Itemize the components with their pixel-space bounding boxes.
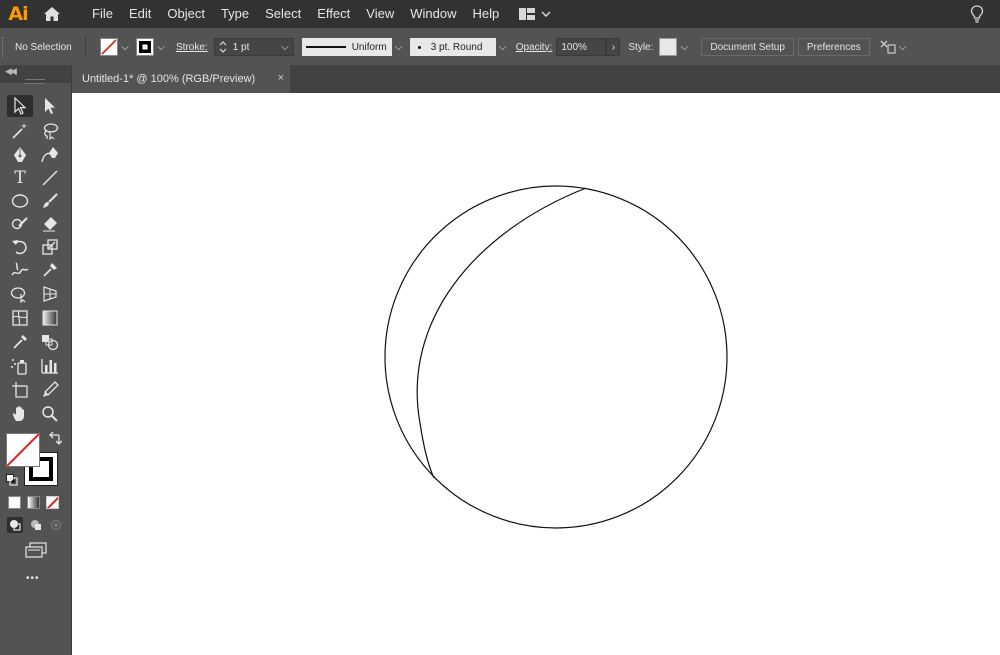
opacity-arrow-icon[interactable]: › bbox=[606, 38, 621, 56]
brush-label: 3 pt. Round bbox=[430, 41, 483, 53]
menu-edit[interactable]: Edit bbox=[121, 0, 159, 28]
menu-window[interactable]: Window bbox=[402, 0, 464, 28]
menu-file[interactable]: File bbox=[84, 0, 121, 28]
none-mode-icon[interactable] bbox=[46, 496, 59, 509]
column-graph-tool-icon[interactable] bbox=[37, 355, 63, 377]
gradient-mode-icon[interactable] bbox=[27, 496, 40, 509]
screen-mode-icon[interactable] bbox=[24, 542, 48, 563]
warp-tool-icon[interactable] bbox=[7, 259, 33, 281]
style-chevron-icon[interactable]: ⌵ bbox=[677, 42, 691, 53]
menu-bar: Ai File Edit Object Type Select Effect V… bbox=[0, 0, 1000, 28]
profile-label: Uniform bbox=[351, 41, 387, 53]
perspective-grid-tool-icon[interactable] bbox=[37, 283, 63, 305]
stepper-icon[interactable] bbox=[219, 40, 227, 54]
rotate-tool-icon[interactable] bbox=[7, 236, 33, 258]
menu-effect[interactable]: Effect bbox=[309, 0, 358, 28]
curvature-tool-icon[interactable] bbox=[37, 144, 63, 166]
gradient-tool-icon[interactable] bbox=[37, 307, 63, 329]
tools-panel: ◀◀ T ••• bbox=[0, 65, 72, 655]
direct-selection-tool-icon[interactable] bbox=[37, 95, 63, 117]
line-segment-tool-icon[interactable] bbox=[37, 167, 63, 189]
menu-object[interactable]: Object bbox=[159, 0, 213, 28]
magic-wand-tool-icon[interactable] bbox=[7, 120, 33, 142]
color-mode-icon[interactable] bbox=[8, 496, 21, 509]
workspace-switcher[interactable] bbox=[519, 8, 551, 20]
sphere-artwork[interactable] bbox=[384, 185, 728, 529]
menu-help[interactable]: Help bbox=[464, 0, 507, 28]
stroke-dropdown-chevron-icon[interactable]: ⌵ bbox=[154, 42, 168, 53]
close-icon[interactable]: × bbox=[278, 72, 284, 84]
main-menu: File Edit Object Type Select Effect View… bbox=[84, 0, 507, 28]
profile-chevron-icon[interactable]: ⌵ bbox=[392, 42, 406, 53]
circle-path bbox=[384, 185, 728, 529]
stroke-label[interactable]: Stroke: bbox=[176, 42, 208, 53]
zoom-tool-icon[interactable] bbox=[37, 403, 63, 425]
artboard-canvas[interactable] bbox=[72, 93, 1000, 655]
chevron-down-icon bbox=[541, 10, 551, 17]
stroke-weight-chevron-icon[interactable]: ⌵ bbox=[281, 42, 289, 53]
document-tab[interactable]: Untitled-1* @ 100% (RGB/Preview) × bbox=[72, 65, 290, 93]
brush-definition[interactable]: 3 pt. Round bbox=[409, 38, 496, 56]
lightbulb-icon[interactable] bbox=[970, 5, 984, 28]
mesh-tool-icon[interactable] bbox=[7, 307, 33, 329]
draw-normal-icon[interactable] bbox=[7, 517, 23, 533]
opacity-label[interactable]: Opacity: bbox=[516, 42, 553, 53]
shape-builder-tool-icon[interactable] bbox=[7, 283, 33, 305]
document-tab-title: Untitled-1* @ 100% (RGB/Preview) bbox=[82, 73, 256, 85]
document-setup-button[interactable]: Document Setup bbox=[701, 38, 794, 56]
type-tool-icon[interactable]: T bbox=[7, 167, 33, 189]
menu-type[interactable]: Type bbox=[213, 0, 257, 28]
home-icon[interactable] bbox=[38, 0, 66, 28]
scale-tool-icon[interactable] bbox=[37, 236, 63, 258]
hand-tool-icon[interactable] bbox=[7, 403, 33, 425]
tools-panel-grip[interactable] bbox=[25, 79, 45, 84]
swap-fill-stroke-icon[interactable] bbox=[48, 431, 63, 451]
lasso-tool-icon[interactable] bbox=[37, 120, 63, 142]
fill-none-swatch[interactable] bbox=[100, 38, 118, 56]
edit-toolbar-icon[interactable]: ••• bbox=[26, 573, 40, 584]
fill-dropdown-chevron-icon[interactable]: ⌵ bbox=[118, 42, 132, 53]
uniform-line-icon bbox=[305, 46, 346, 48]
eraser-tool-icon[interactable] bbox=[37, 213, 63, 235]
ellipse-tool-icon[interactable] bbox=[7, 190, 33, 212]
shaper-tool-icon[interactable] bbox=[7, 213, 33, 235]
stroke-weight-field[interactable]: 1 pt ⌵ bbox=[213, 38, 294, 56]
selection-status: No Selection bbox=[15, 41, 72, 53]
collapse-panel-icon[interactable]: ◀◀ bbox=[5, 66, 17, 77]
default-fill-stroke-icon[interactable] bbox=[6, 473, 18, 491]
opacity-field[interactable]: 100% bbox=[556, 38, 607, 56]
selection-tool-icon[interactable] bbox=[7, 95, 33, 117]
eyedropper-tool-icon[interactable] bbox=[7, 331, 33, 353]
draw-behind-icon[interactable] bbox=[28, 517, 44, 533]
graphic-style-swatch[interactable] bbox=[659, 38, 678, 56]
app-logo: Ai bbox=[8, 3, 28, 25]
document-tab-strip: Untitled-1* @ 100% (RGB/Preview) × bbox=[72, 65, 1000, 93]
puppet-warp-tool-icon[interactable] bbox=[37, 259, 63, 281]
blend-tool-icon[interactable] bbox=[37, 331, 63, 353]
symbol-sprayer-tool-icon[interactable] bbox=[7, 355, 33, 377]
brush-dot-icon bbox=[417, 45, 421, 49]
menu-view[interactable]: View bbox=[358, 0, 402, 28]
crescent-curve-path bbox=[416, 187, 587, 479]
draw-inside-icon[interactable] bbox=[48, 517, 64, 533]
paintbrush-tool-icon[interactable] bbox=[37, 190, 63, 212]
stroke-swatch[interactable] bbox=[136, 38, 154, 56]
variable-width-profile[interactable]: Uniform bbox=[301, 38, 392, 56]
control-bar: No Selection ⌵ ⌵ Stroke: 1 pt ⌵ Uniform … bbox=[0, 33, 1000, 61]
fill-color-none-box[interactable] bbox=[6, 433, 40, 467]
slice-tool-icon[interactable] bbox=[37, 379, 63, 401]
menu-select[interactable]: Select bbox=[257, 0, 309, 28]
arrange-documents-icon[interactable]: ⌵ bbox=[880, 40, 906, 54]
control-bar-grip[interactable] bbox=[2, 37, 7, 57]
brush-chevron-icon[interactable]: ⌵ bbox=[496, 42, 510, 53]
workspace-layout-icon bbox=[519, 8, 536, 20]
pen-tool-icon[interactable] bbox=[7, 144, 33, 166]
preferences-button[interactable]: Preferences bbox=[797, 38, 870, 56]
artboard-tool-icon[interactable] bbox=[7, 379, 33, 401]
stroke-weight-value: 1 pt bbox=[232, 41, 250, 53]
style-label: Style: bbox=[628, 41, 654, 53]
